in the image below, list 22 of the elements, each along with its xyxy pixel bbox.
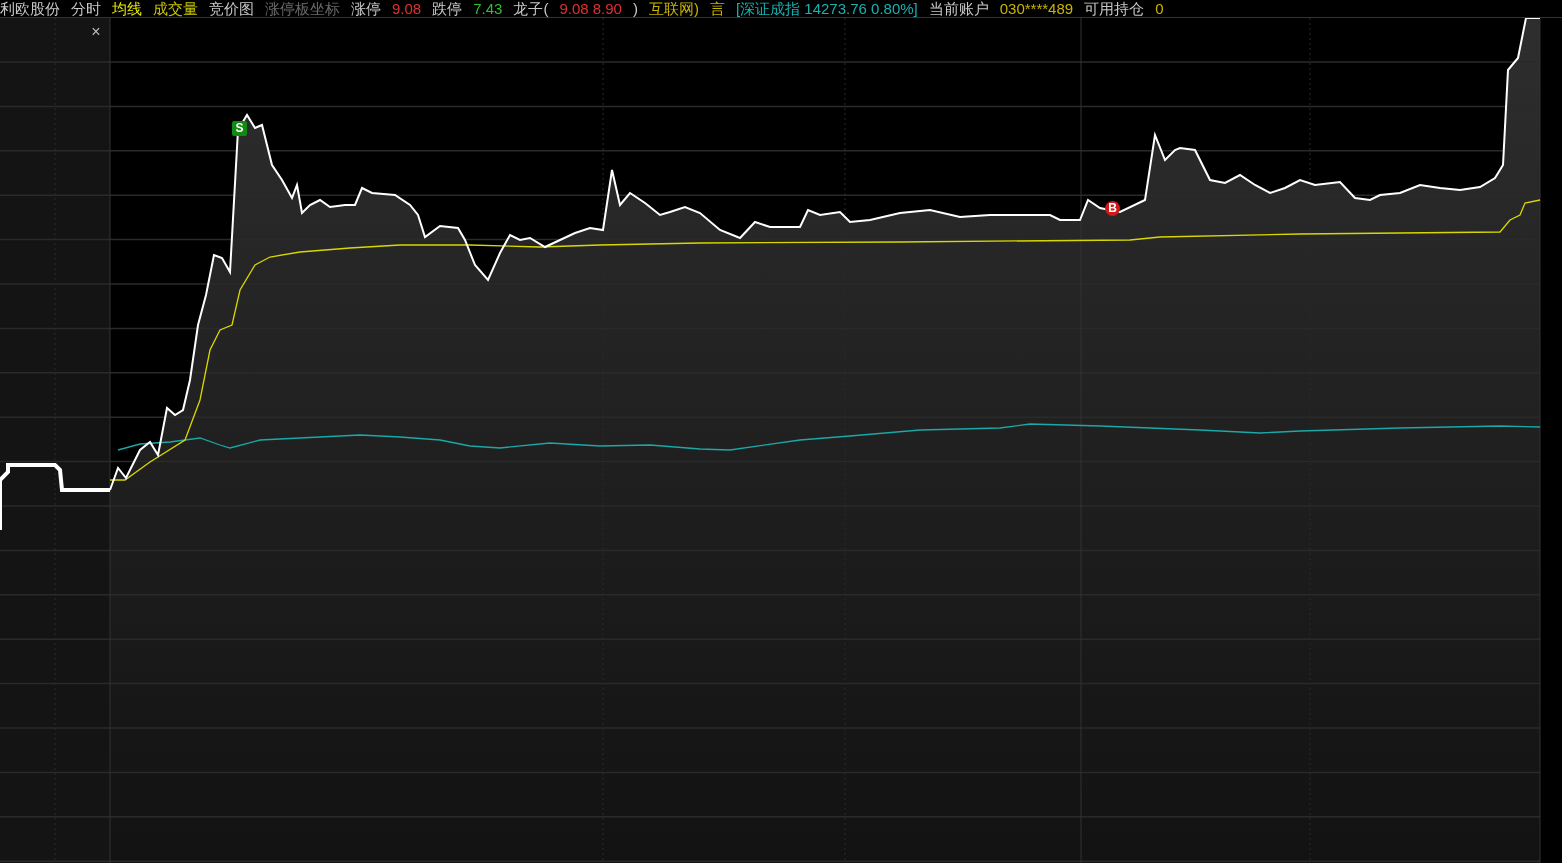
sell-marker: S xyxy=(232,121,247,136)
header-text: 7.43 xyxy=(473,0,503,17)
header-text: 9.08 8.90 xyxy=(559,0,622,17)
header-text: ) xyxy=(632,0,638,17)
header-text: 涨停板坐标 xyxy=(265,0,340,17)
header-text: 互联网) xyxy=(648,0,699,17)
header-text: [深证成指 14273.76 0.80%] xyxy=(735,0,918,17)
header-text: 涨停 xyxy=(351,0,381,17)
header-text: 均线 xyxy=(112,0,142,17)
header-text: 竞价图 xyxy=(209,0,254,17)
header-text: 龙子( xyxy=(513,0,549,17)
header-text: 成交量 xyxy=(153,0,198,17)
header-text: 可用持仓 xyxy=(1084,0,1145,17)
header-text: 利欧股份 xyxy=(0,0,60,17)
header-text: 030****489 xyxy=(999,0,1074,17)
header-text: 0 xyxy=(1155,0,1164,17)
header-text: 9.08 xyxy=(392,0,422,17)
header-text: 言 xyxy=(709,0,725,17)
header-text: 分时 xyxy=(71,0,101,17)
close-button[interactable]: × xyxy=(89,23,103,41)
header-text: 当前账户 xyxy=(928,0,989,17)
header-text: 跌停 xyxy=(432,0,463,17)
